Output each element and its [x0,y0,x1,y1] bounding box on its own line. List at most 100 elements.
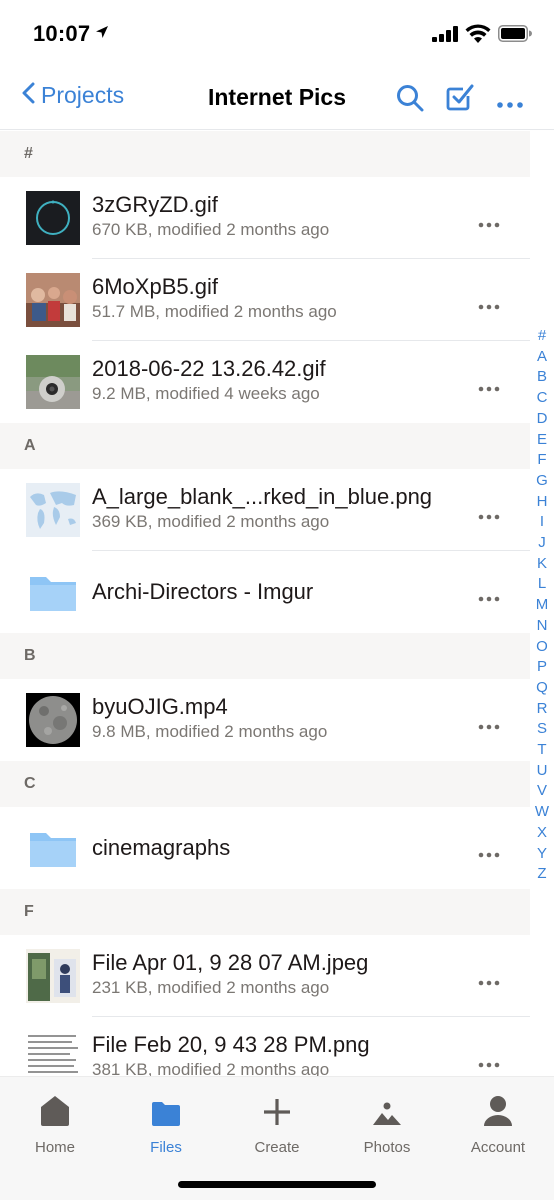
index-letter[interactable]: A [532,347,552,368]
status-time: 10:07 [33,21,91,46]
more-icon[interactable] [478,589,500,607]
file-name: File Apr 01, 9 28 07 AM.jpeg [92,950,369,975]
folder-icon [26,821,80,875]
more-icon[interactable] [497,95,523,113]
file-meta: 231 KB, modified 2 months ago [92,978,330,997]
tab-create[interactable]: Create [222,1091,332,1156]
more-icon[interactable] [478,845,500,863]
file-row[interactable]: File Feb 20, 9 43 28 PM.png 381 KB, modi… [0,1017,530,1076]
file-row[interactable]: 3zGRyZD.gif 670 KB, modified 2 months ag… [0,177,530,259]
more-icon[interactable] [478,297,500,315]
index-letter[interactable]: J [532,533,552,554]
folder-name: Archi-Directors - Imgur [92,579,314,604]
index-letter[interactable]: X [532,823,552,844]
index-letter[interactable]: S [532,719,552,740]
more-icon[interactable] [478,973,500,991]
index-letter[interactable]: D [532,409,552,430]
file-list: # 3zGRyZD.gif 670 KB, modified 2 months … [0,131,530,1076]
tab-account[interactable]: Account [443,1091,553,1156]
index-letter[interactable]: G [532,471,552,492]
section-header: A [0,423,530,469]
folder-icon [26,565,80,619]
more-icon[interactable] [478,379,500,397]
navigation-bar: Projects Internet Pics [0,66,554,130]
index-letter[interactable]: H [532,492,552,513]
index-letter[interactable]: K [532,554,552,575]
file-row[interactable]: 6MoXpB5.gif 51.7 MB, modified 2 months a… [0,259,530,341]
index-letter[interactable]: V [532,781,552,802]
more-icon[interactable] [478,1055,500,1073]
status-bar: 10:07 [0,0,554,66]
file-name: 3zGRyZD.gif [92,192,218,217]
section-header: F [0,889,530,935]
index-letter[interactable]: M [532,595,552,616]
tab-label: Home [34,1139,75,1156]
file-meta: 369 KB, modified 2 months ago [92,512,330,531]
search-icon[interactable] [396,84,424,117]
index-letter[interactable]: N [532,616,552,637]
files-folder-icon [111,1091,221,1127]
index-letter[interactable]: O [532,637,552,658]
file-name: File Feb 20, 9 43 28 PM.png [92,1032,370,1057]
plus-icon [222,1091,332,1127]
index-letter[interactable]: P [532,657,552,678]
index-letter[interactable]: Y [532,844,552,865]
wifi-icon [465,24,491,48]
index-letter[interactable]: Q [532,678,552,699]
robot-gif-thumbnail [26,355,80,409]
select-checkbox-icon[interactable] [446,83,474,116]
home-indicator [178,1181,376,1188]
tab-label: Files [150,1139,182,1156]
tab-label: Photos [363,1139,411,1156]
people-gif-thumbnail [26,273,80,327]
file-row[interactable]: 2018-06-22 13.26.42.gif 9.2 MB, modified… [0,341,530,423]
more-icon[interactable] [478,717,500,735]
folder-name: cinemagraphs [92,835,231,860]
section-header: # [0,131,530,177]
section-header: B [0,633,530,679]
file-meta: 9.8 MB, modified 2 months ago [92,722,328,741]
file-name: byuOJIG.mp4 [92,694,228,719]
home-icon [0,1091,110,1127]
index-letter[interactable]: # [532,326,552,347]
more-icon[interactable] [478,215,500,233]
alphabet-index[interactable]: # A B C D E F G H I J K L M N O P Q R S … [532,326,552,885]
tab-home[interactable]: Home [0,1091,110,1156]
folder-row[interactable]: Archi-Directors - Imgur [0,551,530,633]
dark-circle-gif-thumbnail [26,191,80,245]
folder-row[interactable]: cinemagraphs [0,807,530,889]
file-row[interactable]: File Apr 01, 9 28 07 AM.jpeg 231 KB, mod… [0,935,530,1017]
index-letter[interactable]: T [532,740,552,761]
signal-icon [432,26,459,47]
file-name: A_large_blank_...rked_in_blue.png [92,484,433,509]
index-letter[interactable]: C [532,388,552,409]
file-meta: 670 KB, modified 2 months ago [92,220,330,239]
file-name: 6MoXpB5.gif [92,274,218,299]
index-letter[interactable]: L [532,574,552,595]
index-letter[interactable]: W [532,802,552,823]
index-letter[interactable]: I [532,512,552,533]
section-header: C [0,761,530,807]
index-letter[interactable]: F [532,450,552,471]
tab-label: Account [470,1139,526,1156]
index-letter[interactable]: E [532,430,552,451]
file-name: 2018-06-22 13.26.42.gif [92,356,326,381]
photos-icon [332,1091,442,1127]
file-meta: 381 KB, modified 2 months ago [92,1060,330,1076]
index-letter[interactable]: B [532,367,552,388]
tab-label: Create [254,1139,300,1156]
file-row[interactable]: byuOJIG.mp4 9.8 MB, modified 2 months ag… [0,679,530,761]
tab-photos[interactable]: Photos [332,1091,442,1156]
battery-icon [498,25,532,47]
poster-jpeg-thumbnail [26,949,80,1003]
index-letter[interactable]: U [532,761,552,782]
tab-files[interactable]: Files [111,1091,221,1156]
location-arrow-icon [95,25,109,44]
more-icon[interactable] [478,507,500,525]
file-row[interactable]: A_large_blank_...rked_in_blue.png 369 KB… [0,469,530,551]
moon-video-thumbnail [26,693,80,747]
index-letter[interactable]: R [532,699,552,720]
world-map-thumbnail [26,483,80,537]
index-letter[interactable]: Z [532,864,552,885]
text-document-thumbnail [26,1031,80,1076]
